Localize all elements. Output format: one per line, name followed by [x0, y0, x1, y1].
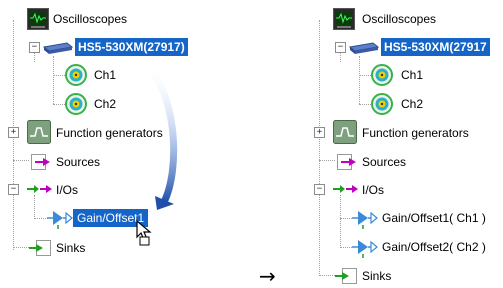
hand-cursor-icon: [134, 219, 154, 249]
gain-offset-icon: [352, 236, 378, 261]
collapse-toggle[interactable]: −: [335, 42, 346, 53]
ch1-label[interactable]: Ch1: [401, 68, 423, 82]
ch1-label[interactable]: Ch1: [94, 68, 116, 82]
io-icon: [27, 182, 53, 199]
ios-label[interactable]: I/Os: [362, 183, 384, 197]
source-icon: [337, 154, 359, 173]
oscilloscope-icon: [333, 8, 355, 33]
gain-offset-icon: [352, 207, 378, 232]
sources-label[interactable]: Sources: [362, 155, 406, 169]
oscilloscopes-label[interactable]: Oscilloscopes: [362, 12, 436, 26]
expand-toggle[interactable]: +: [8, 127, 19, 138]
sink-icon: [29, 240, 51, 259]
oscilloscopes-label[interactable]: Oscilloscopes: [53, 12, 127, 26]
gain-offset-icon: [47, 207, 73, 232]
device-label-selected[interactable]: HS5-530XM(27917: [381, 38, 490, 56]
sources-label[interactable]: Sources: [56, 155, 100, 169]
io-icon: [333, 182, 359, 199]
collapse-toggle[interactable]: −: [314, 184, 325, 195]
ch2-label[interactable]: Ch2: [401, 97, 423, 111]
gain-offset-1-label[interactable]: Gain/Offset1( Ch1 ): [382, 211, 486, 225]
device-icon: [42, 41, 74, 58]
expand-toggle[interactable]: +: [314, 127, 325, 138]
function-generators-label[interactable]: Function generators: [362, 126, 469, 140]
ch2-label[interactable]: Ch2: [94, 97, 116, 111]
function-generator-icon: [27, 120, 51, 147]
collapse-toggle[interactable]: −: [8, 184, 19, 195]
ios-label[interactable]: I/Os: [56, 183, 78, 197]
sinks-label[interactable]: Sinks: [56, 241, 85, 255]
device-label-selected[interactable]: HS5-530XM(27917): [75, 38, 188, 56]
drag-arrow-icon: [140, 58, 188, 215]
channel-icon: [371, 64, 393, 89]
sinks-label[interactable]: Sinks: [362, 269, 391, 283]
function-generator-icon: [333, 120, 357, 147]
oscilloscope-icon: [27, 8, 49, 33]
device-icon: [348, 41, 380, 58]
collapse-toggle[interactable]: −: [29, 42, 40, 53]
source-icon: [31, 154, 53, 173]
channel-icon: [65, 64, 87, 89]
channel-icon: [371, 93, 393, 118]
gain-offset-2-label[interactable]: Gain/Offset2( Ch2 ): [382, 240, 486, 254]
channel-icon: [65, 93, 87, 118]
transition-arrow: →: [259, 264, 276, 288]
sink-icon: [335, 268, 357, 287]
